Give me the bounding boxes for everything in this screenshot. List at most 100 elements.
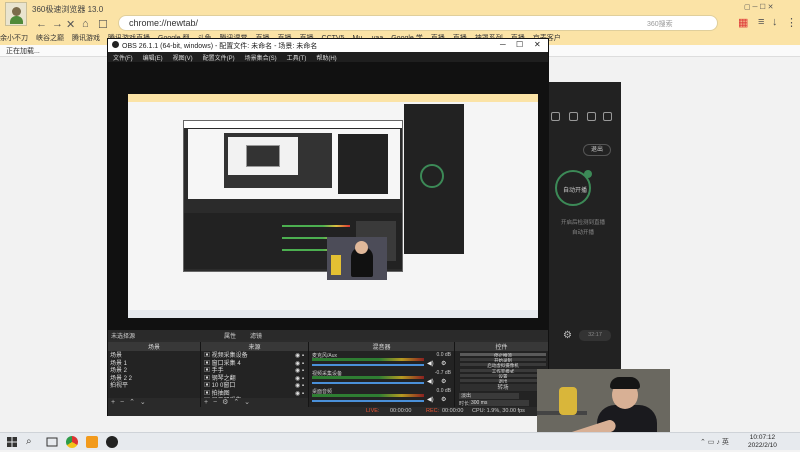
remove-icon[interactable]: − [120,399,124,406]
visibility-icon[interactable]: ◉ ▪ [295,361,304,369]
preview-area[interactable] [108,62,548,330]
home-icon[interactable]: ⌂ [82,18,89,30]
gear-icon[interactable]: ⚙ [441,360,446,367]
source-label: 10 0窗口 [211,383,236,389]
auto-start-button[interactable]: 自动开播 [555,170,592,206]
source-item[interactable]: ▣ 钢琴之翻 ◉ ▪ [204,376,304,384]
visibility-icon[interactable]: ◉ ▪ [295,368,304,376]
source-item[interactable]: ▣ 10 0窗口 ◉ ▪ [204,383,304,391]
visibility-icon[interactable]: ◉ ▪ [295,353,304,361]
visibility-icon[interactable]: ◉ ▪ [295,391,304,399]
visibility-icon[interactable]: ◉ ▪ [295,383,304,391]
up-icon[interactable]: ⌃ [129,399,135,406]
mixer-dock: 混音器 麦克风/Aux 0.0 dB ◀) ⚙ 视频采集设备 -0.7 dB ◀) ⚙ 桌面音频… [309,342,455,407]
speaker-icon[interactable]: ◀) [427,396,434,403]
speaker-icon[interactable]: ◀) [427,360,434,367]
nested-preview-3 [246,145,280,167]
exit-button[interactable]: 退出 [583,144,611,156]
tab-loading[interactable]: 正在加载... [6,46,40,56]
windows-start-icon[interactable] [6,436,18,448]
scene-item[interactable]: 场景 1 [110,361,132,369]
bookmark-item[interactable]: 腾讯游戏 [72,33,100,43]
chrome-icon[interactable] [66,436,78,448]
scene-item[interactable]: 拍视平 [110,383,132,391]
bookmark-item[interactable]: 余小不刀 [0,33,28,43]
taskbar: ⌕ ⌃ ▭ ♪ 英 10:07:12 2022/2/10 [0,432,800,450]
mixer-channel: 麦克风/Aux 0.0 dB ◀) ⚙ [309,352,455,370]
no-source-label: 未选择源 [111,334,136,340]
add-icon[interactable]: + [111,399,115,406]
page-icon[interactable]: ☐ [98,18,108,31]
source-item[interactable]: ▣ 手手 ◉ ▪ [204,368,304,376]
menu-item[interactable]: 场景集合(S) [245,53,277,62]
properties-button[interactable]: 属性 [224,331,236,340]
close-icon[interactable]: ✕ [534,40,541,49]
window-controls[interactable]: ▢ ─ ☐ ✕ [744,3,774,11]
extension-icon[interactable]: ▦ [738,16,748,29]
filters-button[interactable]: 滤镜 [250,331,262,340]
obs-titlebar: OBS 26.1.1 (64-bit, windows) - 配置文件: 未命名… [108,39,548,52]
lock-icon[interactable] [551,112,560,121]
stop-icon[interactable]: ✕ [66,18,75,31]
status-bar: LIVE: 00:00:00 REC: 00:00:00 CPU: 1.9%, … [108,407,548,416]
image-icon[interactable] [569,112,578,121]
down-icon[interactable]: ⌄ [140,399,146,406]
visibility-icon[interactable]: ◉ ▪ [295,376,304,384]
task-view-icon[interactable] [46,436,58,448]
add-icon[interactable]: + [204,399,208,406]
share-icon[interactable] [603,112,612,121]
user-avatar[interactable] [5,2,27,26]
menu-item[interactable]: 帮助(H) [316,53,336,62]
obs-taskbar-icon[interactable] [106,436,118,448]
back-icon[interactable]: ← [36,18,47,30]
browser-title: 360极速浏览器 13.0 [32,5,104,14]
gear-icon[interactable]: ⚙ [563,330,572,341]
source-item[interactable]: ▣ 视频采集设备 ◉ ▪ [204,353,304,361]
gear-icon[interactable]: ⚙ [441,378,446,385]
scene-item[interactable]: 场景 2 2 [110,376,132,384]
source-item[interactable]: ▣ 窗口采集 4 ◉ ▪ [204,361,304,369]
scene-item[interactable]: 场景 2 [110,368,132,376]
down-icon[interactable]: ⌄ [244,399,250,406]
up-icon[interactable]: ⌃ [233,399,239,406]
info-line-2: 自动开播 [571,230,594,236]
scene-item[interactable]: 场景 [110,353,132,361]
obs-menubar: 文件(F) 编辑(E) 视图(V) 配置文件(P) 场景集合(S) 工具(T) 帮助(H) [108,52,548,62]
menu-icon[interactable]: ≡ [758,16,764,28]
bell-icon[interactable] [587,112,596,121]
gear-icon[interactable]: ⚙ [222,399,228,406]
source-item[interactable]: ▣ 拍抽图 ◉ ▪ [204,391,304,399]
forward-icon[interactable]: → [52,18,63,30]
address-bar[interactable]: chrome://newtab/ 360搜索 [118,15,718,31]
volume-slider[interactable] [312,400,424,402]
gear-icon[interactable]: ⚙ [441,396,446,403]
speaker-icon[interactable]: ◀) [427,378,434,385]
mixer-channel: 桌面音频 0.0 dB ◀) ⚙ [309,388,455,406]
menu-item[interactable]: 文件(F) [113,53,133,62]
bookmark-item[interactable]: 峡谷之巅 [36,33,64,43]
source-type-icon: ▣ [204,353,212,359]
minimize-icon[interactable]: ─ [500,40,506,49]
menu-item[interactable]: 工具(T) [287,53,307,62]
maximize-icon[interactable]: ☐ [516,40,523,49]
menu-item[interactable]: 视图(V) [173,53,193,62]
remove-icon[interactable]: − [213,399,217,406]
browser-360-icon[interactable] [86,436,98,448]
volume-slider[interactable] [312,382,424,384]
menu-item[interactable]: 配置文件(P) [203,53,235,62]
search-box[interactable]: 360搜索 [647,19,673,29]
transition-select[interactable]: 淡出 [459,393,519,399]
obs-window: OBS 26.1.1 (64-bit, windows) - 配置文件: 未命名… [107,38,549,416]
tray-icons[interactable]: ⌃ ▭ ♪ 英 [700,437,729,447]
menu-item[interactable]: 编辑(E) [143,53,163,62]
live-label: LIVE: [366,408,380,414]
time-label: 32:17 [579,330,611,341]
duration-input[interactable]: 300 ms [469,400,529,406]
volume-slider[interactable] [312,364,424,366]
scenes-list: 场景 场景 1 场景 2 场景 2 2 拍视平 [110,353,132,391]
download-icon[interactable]: ↓ [772,16,778,28]
search-icon[interactable]: ⌕ [26,436,38,448]
more-icon[interactable]: ⋮ [786,16,797,29]
rec-time: 00:00:00 [442,408,464,414]
live-assistant-panel: 退出 开启后检测到直播 自动开播 ⚙ 32:17 [545,82,621,372]
